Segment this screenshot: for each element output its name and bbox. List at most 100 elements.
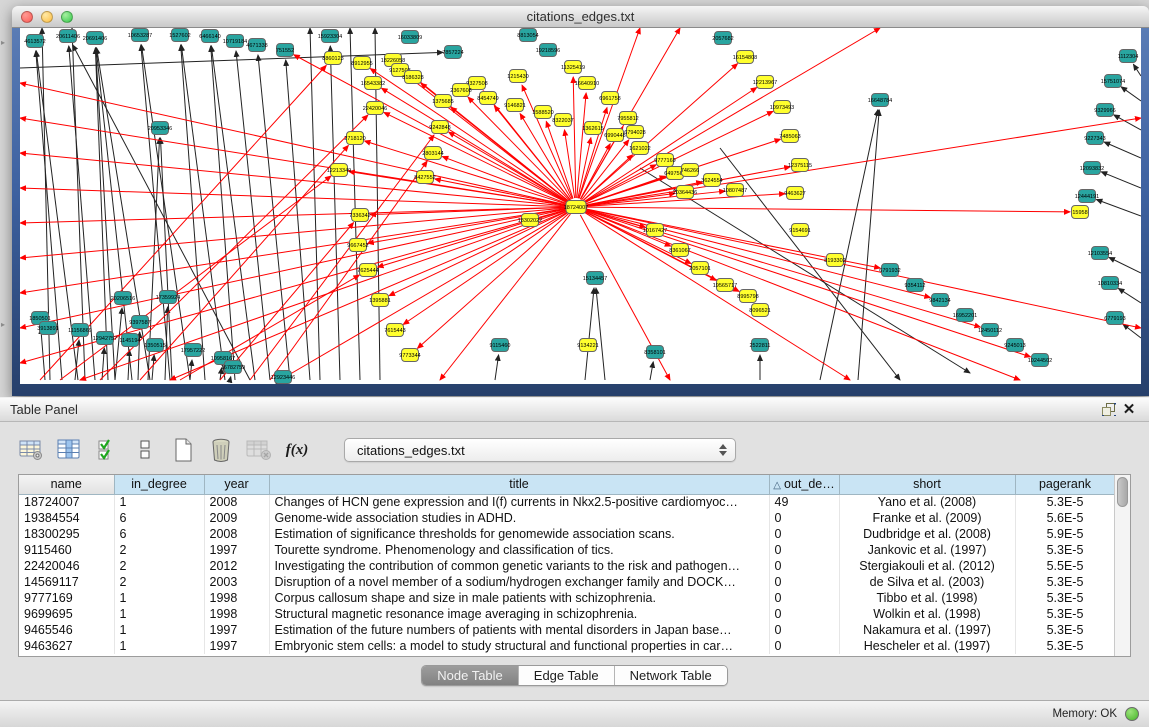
table-cell[interactable]: 22420046: [19, 558, 114, 574]
table-row[interactable]: 946554611997Estimation of the future num…: [19, 622, 1114, 638]
graph-edge[interactable]: [435, 179, 567, 205]
table-cell[interactable]: 0: [769, 638, 839, 654]
table-cell[interactable]: 9115460: [19, 542, 114, 558]
graph-edge[interactable]: [1104, 142, 1141, 158]
table-cell[interactable]: 5.3E-5: [1015, 606, 1114, 622]
table-cell[interactable]: Franke et al. (2009): [839, 510, 1015, 526]
select-columns-icon[interactable]: [94, 438, 120, 462]
table-cell[interactable]: 1998: [204, 606, 269, 622]
table-cell[interactable]: 2012: [204, 558, 269, 574]
graph-edge[interactable]: [190, 360, 192, 380]
table-cell[interactable]: 2009: [204, 510, 269, 526]
memory-ok-icon[interactable]: [1125, 707, 1139, 721]
table-row[interactable]: 911546021997Tourette syndrome. Phenomeno…: [19, 542, 1114, 558]
table-cell[interactable]: 0: [769, 590, 839, 606]
table-row[interactable]: 977716911998Corpus callosum shape and si…: [19, 590, 1114, 606]
graph-edge[interactable]: [1118, 288, 1141, 303]
table-row[interactable]: 1938455462009Genome-wide association stu…: [19, 510, 1114, 526]
table-cell[interactable]: 1: [114, 494, 204, 510]
panel-collapse-handle[interactable]: ▸: [1, 320, 8, 330]
table-row[interactable]: 946362711997Embryonic stem cells: a mode…: [19, 638, 1114, 654]
column-header-name[interactable]: name: [19, 475, 114, 494]
graph-edge[interactable]: [596, 288, 605, 380]
function-builder-icon[interactable]: f(x): [284, 438, 310, 462]
table-cell[interactable]: Embryonic stem cells: a model to study s…: [269, 638, 769, 654]
graph-edge[interactable]: [270, 161, 427, 380]
graph-edge[interactable]: [585, 209, 1141, 328]
table-cell[interactable]: Disruption of a novel member of a sodium…: [269, 574, 769, 590]
table-cell[interactable]: Genome-wide association studies in ADHD.: [269, 510, 769, 526]
table-cell[interactable]: Nakamura et al. (1997): [839, 622, 1015, 638]
table-selector-dropdown[interactable]: citations_edges.txt: [344, 438, 736, 462]
table-cell[interactable]: 5.3E-5: [1015, 574, 1114, 590]
table-row[interactable]: 1830029562008Estimation of significance …: [19, 526, 1114, 542]
show-column-icon[interactable]: [56, 438, 82, 462]
table-cell[interactable]: 5.6E-5: [1015, 510, 1114, 526]
graph-edge[interactable]: [180, 275, 359, 380]
graph-edge[interactable]: [1114, 115, 1141, 130]
graph-edge[interactable]: [286, 60, 310, 380]
table-cell[interactable]: 9699695: [19, 606, 114, 622]
table-cell[interactable]: 5.9E-5: [1015, 526, 1114, 542]
graph-edge[interactable]: [350, 28, 360, 380]
table-cell[interactable]: 0: [769, 622, 839, 638]
column-header-in_degree[interactable]: in_degree: [114, 475, 204, 494]
graph-edge[interactable]: [403, 212, 568, 324]
network-canvas-svg[interactable]: 1872400746135722061140620691406106532871…: [20, 28, 1141, 384]
table-cell[interactable]: 1: [114, 638, 204, 654]
table-cell[interactable]: 1: [114, 590, 204, 606]
graph-edge[interactable]: [1133, 64, 1141, 76]
table-cell[interactable]: 14569117: [19, 574, 114, 590]
table-row[interactable]: 1872400712008Changes of HCN gene express…: [19, 494, 1114, 510]
window-titlebar[interactable]: citations_edges.txt: [12, 6, 1149, 28]
table-cell[interactable]: 1997: [204, 542, 269, 558]
table-panel-titlebar[interactable]: Table Panel ✕: [0, 397, 1149, 422]
graph-edge[interactable]: [584, 211, 739, 291]
graph-edge[interactable]: [585, 288, 594, 380]
graph-edge[interactable]: [573, 77, 576, 198]
table-row[interactable]: 969969511998Structural magnetic resonanc…: [19, 606, 1114, 622]
column-header-short[interactable]: short: [839, 475, 1015, 494]
column-header-out_de[interactable]: △out_de…: [769, 475, 839, 494]
tab-network-table[interactable]: Network Table: [615, 666, 727, 685]
graph-edge[interactable]: [41, 328, 45, 380]
graph-edge[interactable]: [96, 48, 115, 380]
table-cell[interactable]: 5.3E-5: [1015, 590, 1114, 606]
graph-edge[interactable]: [1101, 172, 1141, 188]
table-cell[interactable]: Investigating the contribution of common…: [269, 558, 769, 574]
column-header-year[interactable]: year: [204, 475, 269, 494]
table-cell[interactable]: 2008: [204, 526, 269, 542]
table-cell[interactable]: 5.3E-5: [1015, 638, 1114, 654]
table-cell[interactable]: 9463627: [19, 638, 114, 654]
table-cell[interactable]: 1997: [204, 638, 269, 654]
table-cell[interactable]: 9465546: [19, 622, 114, 638]
table-cell[interactable]: Hescheler et al. (1997): [839, 638, 1015, 654]
table-cell[interactable]: 5.3E-5: [1015, 542, 1114, 558]
graph-edge[interactable]: [230, 377, 231, 380]
table-cell[interactable]: 0: [769, 558, 839, 574]
column-header-title[interactable]: title: [269, 475, 769, 494]
graph-edge[interactable]: [1121, 87, 1141, 101]
graph-edge[interactable]: [330, 46, 340, 380]
graph-edge[interactable]: [585, 207, 1070, 212]
table-row[interactable]: 1456911722003Disruption of a novel membe…: [19, 574, 1114, 590]
table-cell[interactable]: Jankovic et al. (1997): [839, 542, 1015, 558]
tab-edge-table[interactable]: Edge Table: [519, 666, 615, 685]
table-cell[interactable]: 2: [114, 574, 204, 590]
graph-edge[interactable]: [20, 52, 443, 68]
table-cell[interactable]: 0: [769, 542, 839, 558]
column-header-pagerank[interactable]: pagerank: [1015, 475, 1114, 494]
table-cell[interactable]: 1997: [204, 622, 269, 638]
table-cell[interactable]: Changes of HCN gene expression and I(f) …: [269, 494, 769, 510]
graph-edge[interactable]: [585, 209, 931, 297]
table-cell[interactable]: 5.3E-5: [1015, 494, 1114, 510]
table-cell[interactable]: 5.3E-5: [1015, 622, 1114, 638]
table-cell[interactable]: 6: [114, 526, 204, 542]
row-height-icon[interactable]: [132, 438, 158, 462]
graph-edge[interactable]: [310, 28, 320, 380]
table-cell[interactable]: 1998: [204, 590, 269, 606]
tab-node-table[interactable]: Node Table: [422, 666, 519, 685]
table-cell[interactable]: Estimation of significance thresholds fo…: [269, 526, 769, 542]
delete-table-icon[interactable]: [208, 438, 234, 462]
table-cell[interactable]: 1: [114, 606, 204, 622]
